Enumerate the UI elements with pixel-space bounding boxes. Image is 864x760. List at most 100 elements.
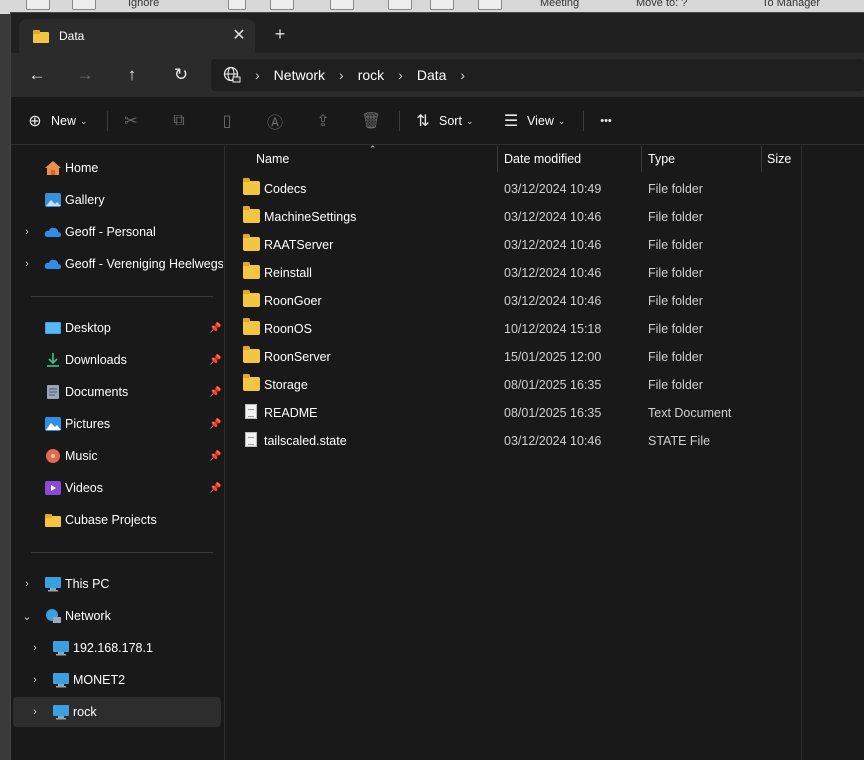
copy-button[interactable]: ⧉ xyxy=(169,109,189,133)
sidebar-item-desktop[interactable]: Desktop 📌 xyxy=(13,313,221,343)
back-arrow-icon[interactable]: ← xyxy=(25,63,49,87)
sidebar-item-documents[interactable]: Documents 📌 xyxy=(13,377,221,407)
file-date: 08/01/2025 16:35 xyxy=(504,406,602,420)
computer-icon xyxy=(45,577,61,592)
address-bar[interactable]: › Network › rock › Data › xyxy=(211,59,864,91)
view-button[interactable]: ☰ View ⌄ xyxy=(501,109,566,133)
file-explorer-window: Data ✕ + ← → ↑ ↻ › Network › rock › Data… xyxy=(10,12,864,760)
background-meeting: Meeting xyxy=(540,0,580,9)
sidebar-item-label: Cubase Projects xyxy=(65,513,157,527)
file-row[interactable]: RAATServer 03/12/2024 10:46 File folder xyxy=(239,231,799,259)
file-type: File folder xyxy=(648,182,703,196)
column-resize-handle[interactable] xyxy=(497,146,498,172)
file-row[interactable]: README 08/01/2025 16:35 Text Document xyxy=(239,399,799,427)
folder-icon xyxy=(243,234,260,251)
folder-icon xyxy=(33,29,49,43)
rename-button[interactable]: Ⓐ xyxy=(265,109,285,133)
sidebar-item-cubase-projects[interactable]: Cubase Projects xyxy=(13,505,221,535)
file-name: Storage xyxy=(264,378,308,392)
forward-arrow-icon[interactable]: → xyxy=(73,63,97,87)
divider xyxy=(31,296,213,297)
sidebar-item-this-pc[interactable]: › This PC xyxy=(13,569,221,599)
folder-icon xyxy=(243,374,260,391)
refresh-icon[interactable]: ↻ xyxy=(169,63,193,87)
videos-icon xyxy=(45,481,61,495)
sidebar-item-label: Gallery xyxy=(65,193,105,207)
sidebar-item-pictures[interactable]: Pictures 📌 xyxy=(13,409,221,439)
view-label: View xyxy=(527,114,554,128)
file-date: 15/01/2025 12:00 xyxy=(504,350,602,364)
chevron-right-icon[interactable]: › xyxy=(460,67,465,83)
file-row[interactable]: RoonServer 15/01/2025 12:00 File folder xyxy=(239,343,799,371)
chevron-right-icon[interactable]: › xyxy=(29,706,41,718)
column-header-date[interactable]: Date modified xyxy=(504,146,581,172)
column-header-size[interactable]: Size xyxy=(767,146,791,172)
sidebar-item-label: MONET2 xyxy=(73,673,126,687)
ellipsis-icon: ••• xyxy=(600,115,612,127)
tab-data[interactable]: Data ✕ xyxy=(19,19,255,53)
sidebar-item-music[interactable]: Music 📌 xyxy=(13,441,221,471)
sort-button[interactable]: ⇅ Sort ⌄ xyxy=(413,109,473,133)
file-row[interactable]: Storage 08/01/2025 16:35 File folder xyxy=(239,371,799,399)
sidebar-item-192-168-178-1[interactable]: › 192.168.178.1 xyxy=(13,633,221,663)
file-row[interactable]: RoonGoer 03/12/2024 10:46 File folder xyxy=(239,287,799,315)
delete-button[interactable]: 🗑 xyxy=(361,109,381,133)
file-name: Reinstall xyxy=(264,266,312,280)
file-type: File folder xyxy=(648,266,703,280)
sidebar-item-gallery[interactable]: Gallery xyxy=(13,185,221,215)
breadcrumb-data[interactable]: Data xyxy=(417,67,447,83)
chevron-right-icon[interactable]: › xyxy=(29,674,41,686)
folder-icon xyxy=(243,178,260,195)
rename-icon: Ⓐ xyxy=(266,115,283,132)
sidebar-item-network[interactable]: ⌄ Network xyxy=(13,601,221,631)
sidebar-item-label: Documents xyxy=(65,385,129,399)
file-name: MachineSettings xyxy=(264,210,357,224)
column-resize-handle[interactable] xyxy=(761,146,762,172)
up-arrow-icon[interactable]: ↑ xyxy=(120,63,144,87)
chevron-right-icon[interactable]: › xyxy=(21,578,33,590)
toolbar-icon xyxy=(228,0,246,10)
folder-icon xyxy=(243,290,260,307)
sidebar-item-geoff-vereniging[interactable]: › Geoff - Vereniging Heelwegs E xyxy=(13,249,223,279)
file-row[interactable]: RoonOS 10/12/2024 15:18 File folder xyxy=(239,315,799,343)
new-button[interactable]: ⊕ New ⌄ xyxy=(25,109,87,133)
column-resize-handle[interactable] xyxy=(641,146,642,172)
computer-icon xyxy=(53,641,69,656)
more-options-button[interactable]: ••• xyxy=(595,109,617,133)
sidebar-item-downloads[interactable]: Downloads 📌 xyxy=(13,345,221,375)
new-tab-button[interactable]: + xyxy=(269,23,291,45)
file-type: STATE File xyxy=(648,434,711,448)
file-row[interactable]: Codecs 03/12/2024 10:49 File folder xyxy=(239,175,799,203)
chevron-right-icon[interactable]: › xyxy=(21,226,33,238)
file-row[interactable]: Reinstall 03/12/2024 10:46 File folder xyxy=(239,259,799,287)
breadcrumb-network[interactable]: Network xyxy=(274,67,325,83)
sidebar-item-monet2[interactable]: › MONET2 xyxy=(13,665,221,695)
chevron-right-icon[interactable]: › xyxy=(29,642,41,654)
sidebar-item-label: Pictures xyxy=(65,417,111,431)
sort-icon: ⇅ xyxy=(416,113,430,130)
tab-title: Data xyxy=(59,29,85,43)
column-header-type[interactable]: Type xyxy=(648,146,675,172)
pin-icon: 📌 xyxy=(209,386,222,398)
scissors-icon: ✂ xyxy=(124,113,138,130)
file-row[interactable]: tailscaled.state 03/12/2024 10:46 STATE … xyxy=(239,427,799,455)
share-button[interactable]: ⇪ xyxy=(313,109,333,133)
navigation-pane: Home Gallery › Geoff - Personal › Geoff … xyxy=(11,146,224,760)
column-header-name[interactable]: Name xyxy=(256,146,289,172)
cut-button[interactable]: ✂ xyxy=(121,109,141,133)
chevron-down-icon[interactable]: ⌄ xyxy=(21,610,33,623)
sidebar-item-geoff-personal[interactable]: › Geoff - Personal xyxy=(13,217,221,247)
sidebar-item-videos[interactable]: Videos 📌 xyxy=(13,473,221,503)
chevron-right-icon[interactable]: › xyxy=(21,258,33,270)
chevron-right-icon[interactable]: › xyxy=(339,67,344,83)
breadcrumb-rock[interactable]: rock xyxy=(358,67,384,83)
tab-bar: Data ✕ + xyxy=(11,13,864,53)
file-icon xyxy=(245,432,257,447)
chevron-right-icon[interactable]: › xyxy=(398,67,403,83)
sidebar-item-rock[interactable]: › rock xyxy=(13,697,221,727)
desktop-icon xyxy=(45,322,61,334)
paste-button[interactable]: ▯ xyxy=(217,109,237,133)
close-icon[interactable]: ✕ xyxy=(229,26,249,46)
sidebar-item-home[interactable]: Home xyxy=(13,153,221,183)
file-row[interactable]: MachineSettings 03/12/2024 10:46 File fo… xyxy=(239,203,799,231)
